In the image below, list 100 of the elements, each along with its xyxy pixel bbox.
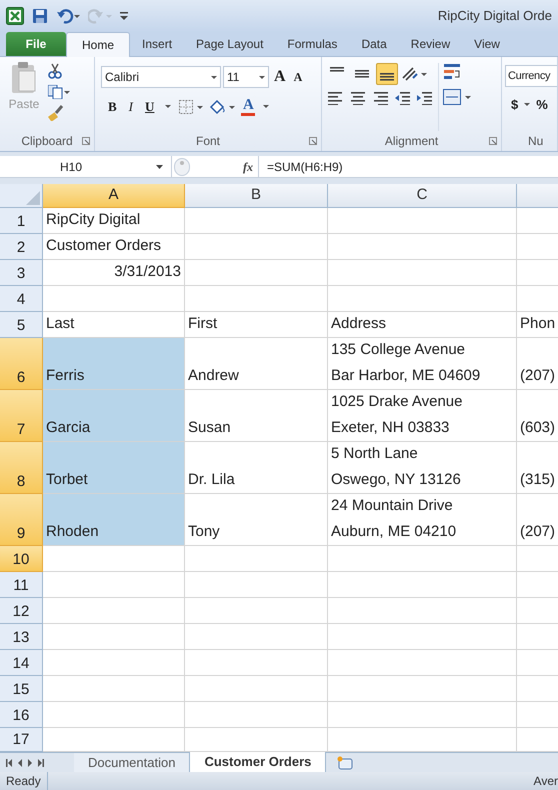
italic-button[interactable]: I: [126, 97, 136, 116]
font-name-field[interactable]: Calibri: [101, 66, 221, 88]
row-header[interactable]: 11: [0, 572, 43, 598]
column-header[interactable]: C: [328, 184, 517, 208]
align-center-icon[interactable]: [350, 91, 366, 105]
table-cell[interactable]: [43, 728, 185, 752]
table-cell[interactable]: 3/31/2013: [43, 260, 185, 286]
orientation-icon[interactable]: [401, 66, 427, 82]
table-cell[interactable]: [185, 702, 328, 728]
format-painter-icon[interactable]: [48, 105, 64, 121]
ribbon-tab[interactable]: Data: [349, 32, 399, 56]
table-cell[interactable]: 5 North Lane Oswego, NY 13126: [328, 442, 517, 494]
row-header[interactable]: 14: [0, 650, 43, 676]
table-cell[interactable]: Andrew: [185, 338, 328, 390]
table-cell[interactable]: [185, 572, 328, 598]
select-all-icon[interactable]: [26, 191, 40, 205]
grow-font-button[interactable]: A: [271, 65, 289, 89]
table-cell[interactable]: [185, 260, 328, 286]
table-cell[interactable]: Rhoden: [43, 494, 185, 546]
table-cell[interactable]: Torbet: [43, 442, 185, 494]
bottom-align-button[interactable]: [376, 63, 398, 85]
ribbon-tab[interactable]: Formulas: [275, 32, 350, 56]
row-header[interactable]: 9: [0, 494, 43, 546]
table-cell[interactable]: Ferris: [43, 338, 185, 390]
table-cell[interactable]: Last: [43, 312, 185, 338]
table-cell[interactable]: Customer Orders: [43, 234, 185, 260]
percent-button[interactable]: %: [536, 95, 548, 114]
ribbon-tab[interactable]: View: [462, 32, 512, 56]
table-cell[interactable]: [43, 624, 185, 650]
table-cell[interactable]: RipCity Digital: [43, 208, 185, 234]
sheet-tab[interactable]: Customer Orders: [190, 752, 326, 772]
table-cell[interactable]: [328, 234, 517, 260]
last-sheet-icon[interactable]: [38, 758, 44, 766]
table-cell[interactable]: [185, 286, 328, 312]
table-cell[interactable]: [43, 702, 185, 728]
table-cell[interactable]: 24 Mountain Drive Auburn, ME 04210: [328, 494, 517, 546]
scissors-icon[interactable]: [48, 63, 62, 79]
align-right-icon[interactable]: [372, 91, 388, 105]
table-cell[interactable]: [328, 546, 517, 572]
table-cell[interactable]: [185, 598, 328, 624]
undo-icon[interactable]: [56, 8, 80, 24]
insert-sheet-icon[interactable]: [336, 756, 354, 770]
row-header[interactable]: 2: [0, 234, 43, 260]
ribbon-tab[interactable]: Home: [66, 32, 130, 57]
table-cell[interactable]: [328, 650, 517, 676]
table-cell[interactable]: [43, 650, 185, 676]
copy-icon[interactable]: [48, 85, 70, 99]
currency-button[interactable]: $: [511, 95, 518, 114]
table-cell[interactable]: [185, 234, 328, 260]
wrap-text-icon[interactable]: [443, 63, 461, 81]
table-cell[interactable]: [43, 286, 185, 312]
table-cell[interactable]: [43, 676, 185, 702]
row-header[interactable]: 7: [0, 390, 43, 442]
table-cell[interactable]: [185, 546, 328, 572]
table-cell[interactable]: [43, 598, 185, 624]
save-icon[interactable]: [32, 8, 48, 24]
dialog-launcher-icon[interactable]: [489, 137, 497, 145]
number-format-field[interactable]: Currency: [505, 65, 557, 87]
first-sheet-icon[interactable]: [6, 758, 12, 766]
align-left-icon[interactable]: [328, 91, 344, 105]
fill-color-icon[interactable]: [209, 98, 236, 115]
table-cell[interactable]: [185, 728, 328, 752]
row-header[interactable]: 6: [0, 338, 43, 390]
row-header[interactable]: 10: [0, 546, 43, 572]
table-cell[interactable]: Dr. Lila: [185, 442, 328, 494]
sheet-tab[interactable]: Documentation: [74, 753, 190, 772]
dropdown-caret-icon[interactable]: [524, 103, 530, 106]
dialog-launcher-icon[interactable]: [309, 137, 317, 145]
table-cell[interactable]: [328, 702, 517, 728]
decrease-indent-icon[interactable]: [394, 91, 410, 105]
table-cell[interactable]: 1025 Drake Avenue Exeter, NH 03833: [328, 390, 517, 442]
splitter-handle-icon[interactable]: [174, 158, 190, 176]
table-cell[interactable]: 135 College Avenue Bar Harbor, ME 04609: [328, 338, 517, 390]
previous-sheet-icon[interactable]: [18, 758, 22, 766]
ribbon-tab[interactable]: Page Layout: [184, 32, 276, 56]
table-cell[interactable]: [328, 624, 517, 650]
merge-center-icon[interactable]: [443, 89, 471, 105]
row-header[interactable]: 16: [0, 702, 43, 728]
table-cell[interactable]: [185, 208, 328, 234]
table-cell[interactable]: [328, 598, 517, 624]
table-cell[interactable]: [328, 728, 517, 752]
table-cell[interactable]: [43, 546, 185, 572]
row-header[interactable]: 5: [0, 312, 43, 338]
bold-button[interactable]: B: [105, 97, 120, 116]
table-cell[interactable]: [328, 208, 517, 234]
table-cell[interactable]: [328, 260, 517, 286]
table-cell[interactable]: [328, 676, 517, 702]
underline-button[interactable]: U: [142, 97, 158, 116]
row-header[interactable]: 12: [0, 598, 43, 624]
dialog-launcher-icon[interactable]: [82, 137, 90, 145]
font-size-field[interactable]: 11: [223, 66, 269, 88]
table-cell[interactable]: [328, 572, 517, 598]
table-cell[interactable]: Address: [328, 312, 517, 338]
column-header[interactable]: B: [185, 184, 328, 208]
table-cell[interactable]: [185, 676, 328, 702]
ribbon-tab[interactable]: Insert: [130, 32, 184, 56]
dropdown-caret-icon[interactable]: [263, 105, 270, 108]
table-cell[interactable]: Garcia: [43, 390, 185, 442]
increase-indent-icon[interactable]: [416, 91, 432, 105]
row-header[interactable]: 1: [0, 208, 43, 234]
